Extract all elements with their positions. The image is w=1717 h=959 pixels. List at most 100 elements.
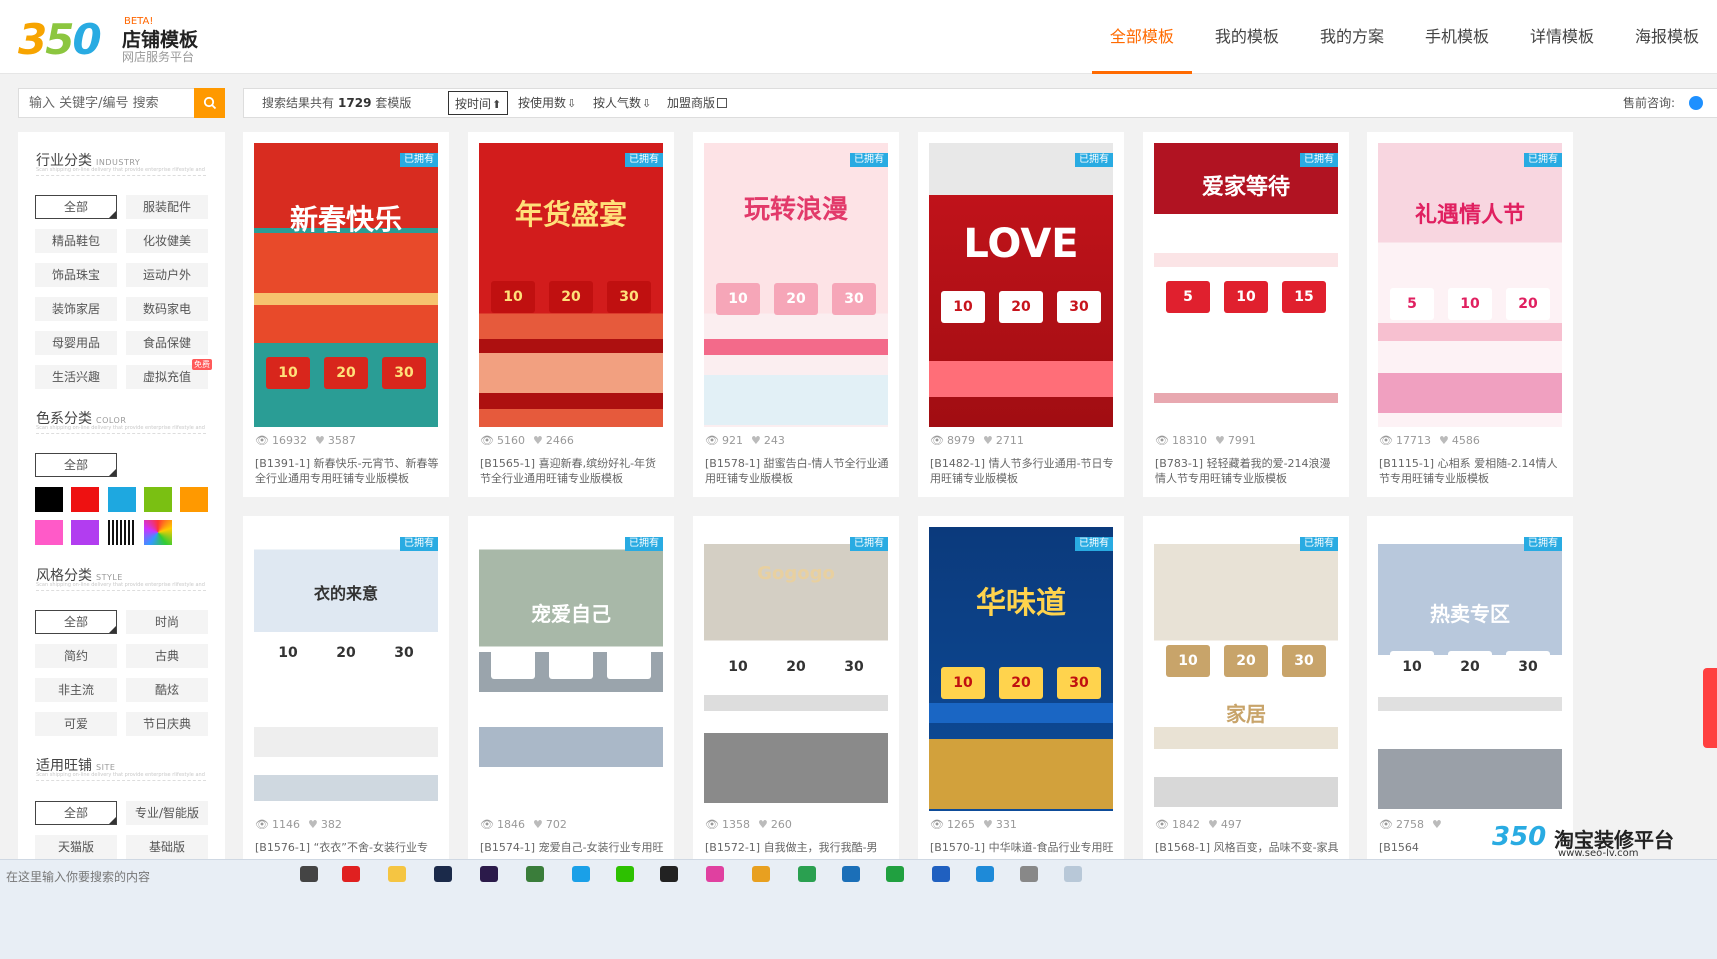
app-green-icon[interactable] (526, 866, 544, 882)
app-blue-icon[interactable] (572, 866, 590, 882)
color-swatch-pink[interactable] (35, 520, 63, 545)
site-tag-all[interactable]: 全部 (35, 801, 117, 825)
premiere-icon[interactable] (480, 866, 498, 882)
nav-my-templates[interactable]: 我的模板 (1197, 0, 1297, 74)
industry-tag[interactable]: 饰品珠宝 (35, 263, 117, 287)
template-title[interactable]: [B1578-1] 甜蜜告白-情人节全行业通用旺铺专业版模板 (705, 456, 889, 486)
template-thumbnail[interactable]: LOVE 10 20 30 已拥有 (929, 143, 1113, 427)
template-card[interactable]: Gogogo 10 20 30 已拥有 👁 1358 ♥ 260 [B1572-1] 自我做主，我… (693, 516, 899, 881)
app-h-icon[interactable] (886, 866, 904, 882)
wechat-icon[interactable] (616, 866, 634, 882)
app-dark-blue-icon[interactable] (842, 866, 860, 882)
nav-detail-templates[interactable]: 详情模板 (1512, 0, 1612, 74)
chrome-icon[interactable] (752, 866, 770, 882)
site-tag[interactable]: 基础版 (126, 835, 208, 859)
template-card[interactable]: LOVE 10 20 30 已拥有 👁 8979 ♥ 2711 [B1482-1] 情人节多行业通… (918, 132, 1124, 497)
qq-chat-icon[interactable] (1689, 96, 1703, 110)
template-card[interactable]: 礼遇情人节 5 10 20 已拥有 👁 17713 ♥ 4586 [B1115-1] 心相系 爱相… (1367, 132, 1573, 497)
template-card[interactable]: 玩转浪漫 10 20 30 已拥有 👁 921 ♥ 243 [B1578-1] 甜蜜告白-情人节全… (693, 132, 899, 497)
industry-tag-virtual[interactable]: 虚拟充值 免费 (126, 359, 212, 389)
photoshop-icon[interactable] (434, 866, 452, 882)
color-swatch-black[interactable] (35, 487, 63, 512)
industry-tag-all[interactable]: 全部 (35, 195, 117, 219)
style-tag[interactable]: 节日庆典 (126, 712, 208, 736)
app-p-icon[interactable] (932, 866, 950, 882)
taskbar-search-hint[interactable]: 在这里输入你要搜索的内容 (6, 868, 150, 885)
taskview-icon[interactable] (300, 866, 318, 882)
color-swatch-green[interactable] (144, 487, 172, 512)
industry-tag[interactable]: 生活兴趣 (35, 365, 117, 389)
template-thumbnail[interactable]: 玩转浪漫 10 20 30 已拥有 (704, 143, 888, 427)
template-card[interactable]: 爱家等待 5 10 15 已拥有 👁 18310 ♥ 7991 [B783-1] 轻轻藏着我的爱-… (1143, 132, 1349, 497)
template-card[interactable]: 家居 10 20 30 已拥有 👁 1842 ♥ 497 [B1568-1] 风格百变，品味不变-… (1143, 516, 1349, 881)
template-thumbnail[interactable]: 宠爱自己 已拥有 (479, 527, 663, 811)
color-swatch-blue[interactable] (108, 487, 136, 512)
template-title[interactable]: [B1572-1] 自我做主，我行我酷-男 (705, 840, 889, 855)
nav-poster-templates[interactable]: 海报模板 (1617, 0, 1717, 74)
template-thumbnail[interactable]: 年货盛宴 10 20 30 已拥有 (479, 143, 663, 427)
style-tag[interactable]: 古典 (126, 644, 208, 668)
app-light-icon[interactable] (1064, 866, 1082, 882)
template-thumbnail[interactable]: 爱家等待 5 10 15 已拥有 (1154, 143, 1338, 427)
color-swatch-black-white[interactable] (108, 520, 136, 545)
color-swatch-red[interactable] (71, 487, 99, 512)
template-title[interactable]: [B783-1] 轻轻藏着我的爱-214浪漫情人节专用旺铺专业版模板 (1155, 456, 1339, 486)
template-thumbnail[interactable]: 家居 10 20 30 已拥有 (1154, 527, 1338, 811)
folder-icon[interactable] (388, 866, 406, 882)
template-card[interactable]: 新春快乐 10 20 30 已拥有 👁 16932 ♥ 3587 [B1391-1] 新春快乐-元… (243, 132, 449, 497)
app-pink-icon[interactable] (706, 866, 724, 882)
color-swatch-multicolor[interactable] (144, 520, 172, 545)
vscode-icon[interactable] (976, 866, 994, 882)
template-thumbnail[interactable]: 热卖专区 10 20 30 已拥有 (1378, 527, 1562, 811)
industry-tag[interactable]: 服装配件 (126, 195, 208, 219)
color-swatch-orange[interactable] (180, 487, 208, 512)
color-swatch-purple[interactable] (71, 520, 99, 545)
template-title[interactable]: [B1568-1] 风格百变，品味不变-家具 (1155, 840, 1339, 855)
join-version-toggle[interactable]: 加盟商版 (661, 91, 733, 115)
template-title[interactable]: [B1115-1] 心相系 爱相随-2.14情人节专用旺铺专业版模板 (1379, 456, 1563, 486)
qq-icon[interactable] (660, 866, 678, 882)
industry-tag[interactable]: 运动户外 (126, 263, 208, 287)
site-tag[interactable]: 专业/智能版 (126, 801, 208, 825)
template-title[interactable]: [B1570-1] 中华味道-食品行业专用旺 (930, 840, 1114, 855)
color-tag-all[interactable]: 全部 (35, 453, 117, 477)
sort-by-popularity[interactable]: 按人气数⇩ (587, 91, 657, 115)
industry-tag[interactable]: 食品保健 (126, 331, 208, 355)
template-title[interactable]: [B1482-1] 情人节多行业通用-节日专用旺铺专业版模板 (930, 456, 1114, 486)
template-title[interactable]: [B1574-1] 宠爱自己-女装行业专用旺 (480, 840, 664, 855)
search-input[interactable] (19, 89, 195, 117)
nav-my-plans[interactable]: 我的方案 (1302, 0, 1402, 74)
industry-tag[interactable]: 精品鞋包 (35, 229, 117, 253)
style-tag-all[interactable]: 全部 (35, 610, 117, 634)
template-thumbnail[interactable]: 礼遇情人节 5 10 20 已拥有 (1378, 143, 1562, 427)
industry-tag[interactable]: 装饰家居 (35, 297, 117, 321)
app-350-icon[interactable] (342, 866, 360, 882)
style-tag[interactable]: 可爱 (35, 712, 117, 736)
style-tag[interactable]: 时尚 (126, 610, 208, 634)
checkbox-icon[interactable] (717, 98, 728, 108)
template-title[interactable]: [B1391-1] 新春快乐-元宵节、新春等全行业通用专用旺铺专业版模板 (255, 456, 439, 486)
sort-by-time[interactable]: 按时间⬆ (448, 91, 509, 115)
template-thumbnail[interactable]: 新春快乐 10 20 30 已拥有 (254, 143, 438, 427)
template-card[interactable]: 年货盛宴 10 20 30 已拥有 👁 5160 ♥ 2466 [B1565-1] 喜迎新春,缤纷… (468, 132, 674, 497)
site-tag[interactable]: 天猫版 (35, 835, 117, 859)
industry-tag[interactable]: 化妆健美 (126, 229, 208, 253)
template-thumbnail[interactable]: 衣的来意 10 20 30 已拥有 (254, 527, 438, 811)
search-button[interactable] (194, 88, 225, 118)
app-arrow-icon[interactable] (798, 866, 816, 882)
industry-tag[interactable]: 母婴用品 (35, 331, 117, 355)
template-card[interactable]: 宠爱自己 已拥有 👁 1846 ♥ 702 [B1574-1] 宠爱自己-女装行业专用旺 (468, 516, 674, 881)
app-gray-icon[interactable] (1020, 866, 1038, 882)
side-float-tab[interactable] (1703, 668, 1717, 748)
style-tag[interactable]: 酷炫 (126, 678, 208, 702)
template-card[interactable]: 衣的来意 10 20 30 已拥有 👁 1146 ♥ 382 [B1576-1] “衣衣”不舍-女… (243, 516, 449, 881)
style-tag[interactable]: 简约 (35, 644, 117, 668)
template-thumbnail[interactable]: Gogogo 10 20 30 已拥有 (704, 527, 888, 811)
template-title[interactable]: [B1565-1] 喜迎新春,缤纷好礼-年货节全行业通用旺铺专业版模板 (480, 456, 664, 486)
nav-all-templates[interactable]: 全部模板 (1091, 0, 1192, 74)
style-tag[interactable]: 非主流 (35, 678, 117, 702)
site-logo[interactable]: 350 BETA! 店铺模板 网店服务平台 (18, 12, 208, 64)
sort-by-usage[interactable]: 按使用数⇩ (512, 91, 582, 115)
template-title[interactable]: [B1576-1] “衣衣”不舍-女装行业专 (255, 840, 439, 855)
industry-tag[interactable]: 数码家电 (126, 297, 208, 321)
